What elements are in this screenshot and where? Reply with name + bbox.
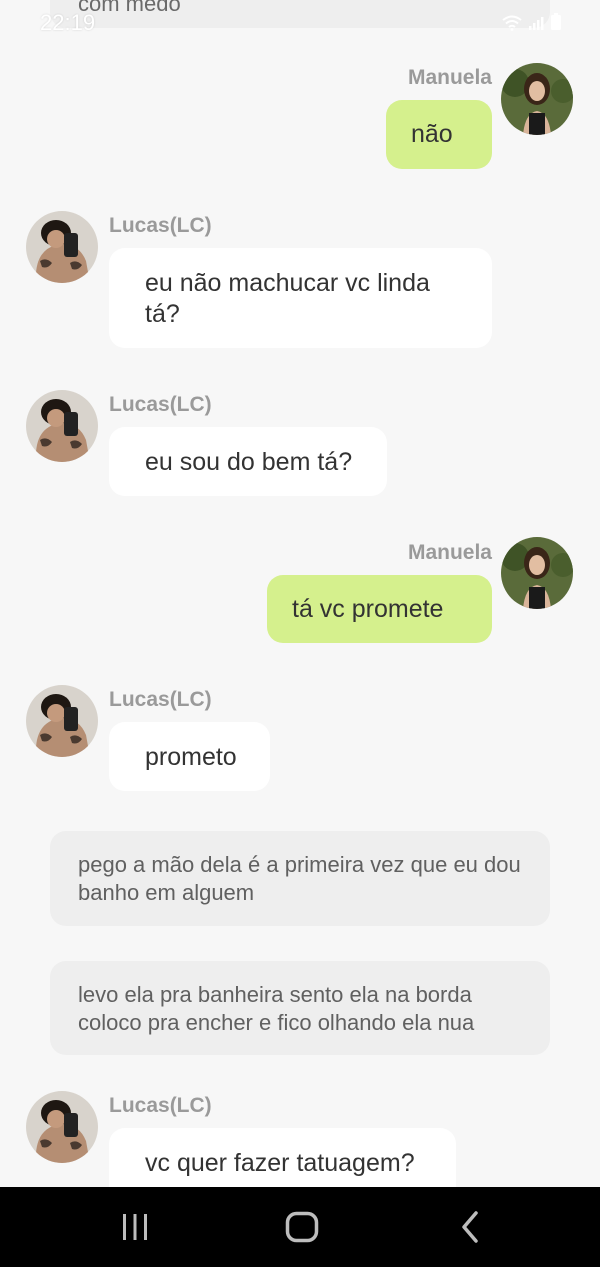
sender-name: Lucas(LC): [109, 393, 212, 416]
avatar-lucas[interactable]: [26, 390, 98, 462]
message-text: vc quer fazer tatuagem?: [145, 1149, 415, 1177]
avatar-lucas[interactable]: [26, 1091, 98, 1163]
sender-name: Lucas(LC): [109, 214, 212, 237]
recent-apps-button[interactable]: [115, 1209, 155, 1245]
avatar-manuela[interactable]: [501, 537, 573, 609]
battery-icon: [551, 13, 561, 30]
message-text: prometo: [145, 743, 237, 771]
lucas-avatar-image: [26, 685, 98, 757]
wifi-icon: [502, 15, 522, 31]
navigation-bar: [0, 1187, 600, 1267]
narration-text: levo ela pra banheira sento ela na borda…: [78, 982, 475, 1035]
message-bubble-outgoing[interactable]: tá vc promete: [267, 575, 492, 643]
message-text: não: [411, 120, 453, 148]
home-icon: [285, 1211, 319, 1243]
back-button[interactable]: [450, 1209, 490, 1245]
message-bubble-incoming[interactable]: eu não machucar vc linda tá?: [109, 248, 492, 348]
sender-name: Manuela: [407, 66, 492, 89]
lucas-avatar-image: [26, 1091, 98, 1163]
avatar-lucas[interactable]: [26, 685, 98, 757]
recent-apps-icon: [123, 1214, 147, 1240]
avatar-manuela[interactable]: [501, 63, 573, 135]
signal-icon: [529, 17, 544, 30]
lucas-avatar-image: [26, 211, 98, 283]
lucas-avatar-image: [26, 390, 98, 462]
message-bubble-outgoing[interactable]: não: [386, 100, 492, 169]
message-text: eu sou do bem tá?: [145, 448, 353, 476]
message-text: tá vc promete: [292, 595, 444, 623]
status-icons: [502, 13, 562, 31]
message-bubble-incoming[interactable]: prometo: [109, 722, 270, 791]
avatar-lucas[interactable]: [26, 211, 98, 283]
narration-bubble[interactable]: levo ela pra banheira sento ela na borda…: [50, 961, 550, 1055]
narration-text: pego a mão dela é a primeira vez que eu …: [78, 852, 521, 905]
sender-name: Lucas(LC): [109, 688, 212, 711]
home-button[interactable]: [282, 1209, 322, 1245]
narration-bubble-partial: com medo: [50, 0, 550, 28]
sender-name: Manuela: [407, 541, 492, 564]
narration-bubble[interactable]: pego a mão dela é a primeira vez que eu …: [50, 831, 550, 926]
sender-name: Lucas(LC): [109, 1094, 212, 1117]
message-text: eu não machucar vc linda tá?: [145, 269, 430, 328]
status-time: 22:19: [40, 10, 96, 35]
message-bubble-incoming[interactable]: eu sou do bem tá?: [109, 427, 387, 496]
manuela-avatar-image: [501, 537, 573, 609]
back-icon: [462, 1211, 478, 1243]
manuela-avatar-image: [501, 63, 573, 135]
